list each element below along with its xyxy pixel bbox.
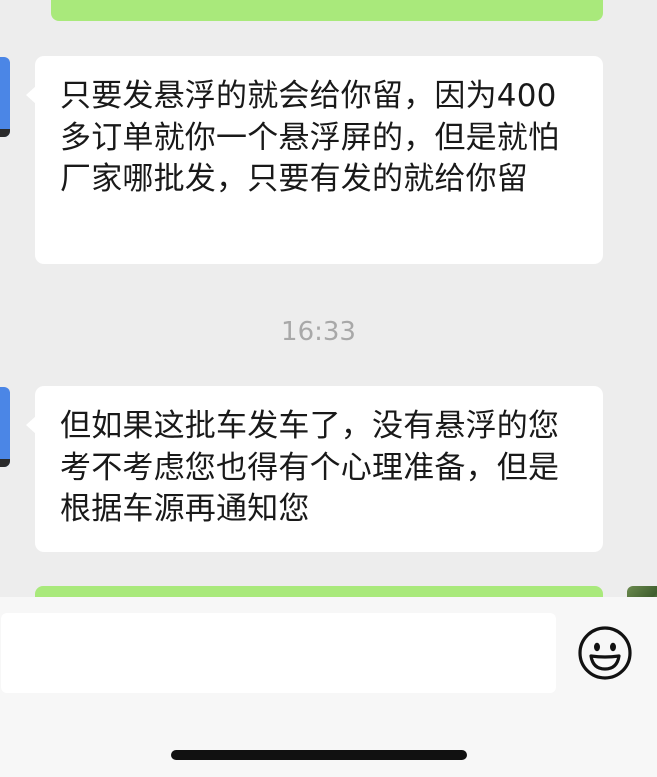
home-indicator[interactable]	[171, 750, 467, 760]
message-text: 但如果这批车发车了，没有悬浮的您考不考虑您也得有个心理准备，但是根据车源再通知您	[60, 408, 560, 527]
sent-message-bubble[interactable]	[51, 0, 603, 21]
contact-avatar[interactable]	[0, 387, 10, 467]
smile-emoji-icon[interactable]	[577, 625, 633, 681]
user-avatar[interactable]	[627, 586, 657, 597]
message-input[interactable]	[1, 613, 556, 693]
sent-message-bubble[interactable]	[35, 586, 603, 597]
chat-history[interactable]: 只要发悬浮的就会给你留，因为400多订单就你一个悬浮屏的，但是就怕厂家哪批发，只…	[0, 0, 657, 597]
contact-avatar[interactable]	[0, 57, 10, 137]
input-bar	[0, 597, 657, 777]
received-message-bubble[interactable]: 但如果这批车发车了，没有悬浮的您考不考虑您也得有个心理准备，但是根据车源再通知您	[26, 386, 603, 552]
received-message-bubble[interactable]: 只要发悬浮的就会给你留，因为400多订单就你一个悬浮屏的，但是就怕厂家哪批发，只…	[26, 56, 603, 264]
message-text: 只要发悬浮的就会给你留，因为400多订单就你一个悬浮屏的，但是就怕厂家哪批发，只…	[60, 78, 560, 197]
message-timestamp: 16:33	[281, 317, 356, 347]
